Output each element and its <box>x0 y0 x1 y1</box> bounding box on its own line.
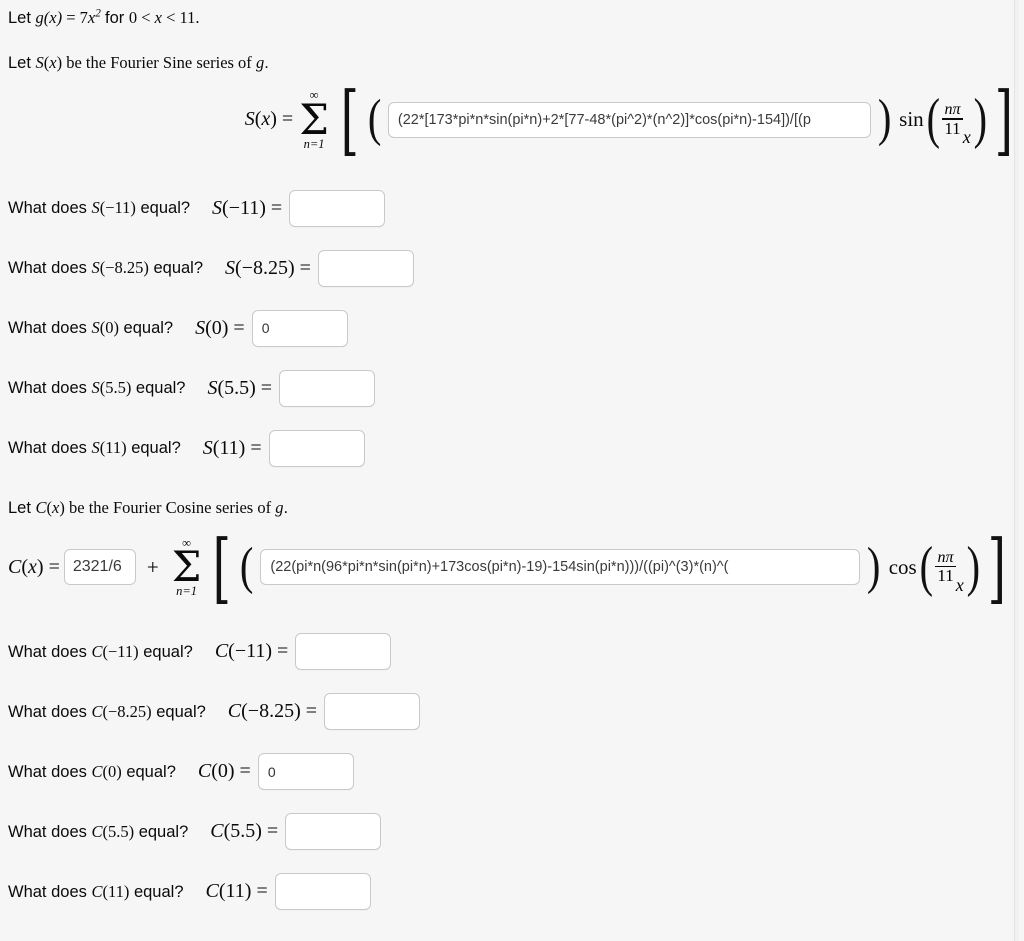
intro-expression: (x) = 7x2 <box>43 7 101 27</box>
intro-tail: for <box>104 9 129 27</box>
sine-question-row-3: What does S(5.5) equal? S(5.5) = <box>0 358 1019 418</box>
cosine-question-row-1: What does C(−8.25) equal? C(−8.25) = <box>0 682 1019 742</box>
cosine-question-text-3: What does C(5.5) equal? <box>8 821 189 841</box>
sine-left-paren: ( <box>367 90 382 148</box>
sine-question-row-1: What does S(−8.25) equal? S(−8.25) = <box>0 238 1019 298</box>
cosine-arg-close-paren: ) <box>966 535 980 598</box>
sine-formula-lhs: S(x) = <box>244 108 294 131</box>
cosine-question-text-0: What does C(−11) equal? <box>8 641 193 661</box>
sine-question-row-4: What does S(11) equal? S(11) = <box>0 418 1019 478</box>
sine-summation-symbol: ∞ Σ n=1 <box>299 89 329 150</box>
intro-domain: 0 < x < 11. <box>128 8 200 27</box>
problem-statement: Let g(x) = 7x2 for 0 < x < 11. <box>0 0 1019 27</box>
function-g-symbol: g <box>35 8 44 27</box>
cosine-answer-label-3: C(5.5) = <box>210 820 279 843</box>
sine-intro-post: (x) be the Fourier Sine series of <box>43 52 256 72</box>
cosine-summation-symbol: ∞ Σ n=1 <box>172 537 202 598</box>
sine-question-list: What does S(−11) equal? S(−11) = What do… <box>0 178 1019 478</box>
cosine-trig-label: cos <box>888 554 917 579</box>
sine-answer-input-1[interactable] <box>317 249 414 287</box>
sine-trig-label: sin <box>899 107 924 132</box>
cosine-answer-input-4[interactable] <box>274 873 371 911</box>
sine-series-formula: S(x) = ∞ Σ n=1 [ ( ) sin ( nπ 11 x ) ] <box>0 75 1019 164</box>
sine-answer-input-2[interactable] <box>251 309 348 347</box>
cosine-formula-lhs: C(x) = <box>8 555 60 578</box>
cosine-question-row-3: What does C(5.5) equal? C(5.5) = <box>0 802 1019 862</box>
sine-answer-label-1: S(−8.25) = <box>225 256 311 279</box>
sine-question-text-1: What does S(−8.25) equal? <box>8 258 204 278</box>
cosine-left-paren: ( <box>239 538 254 596</box>
sine-arg-variable: x <box>962 127 971 148</box>
sine-question-text-3: What does S(5.5) equal? <box>8 378 186 398</box>
sigma-icon: Σ <box>299 94 329 144</box>
worksheet-page: Let g(x) = 7x2 for 0 < x < 11. (x) = 7x … <box>0 0 1019 941</box>
cosine-coefficient-input[interactable] <box>260 549 861 586</box>
sine-argument-fraction: nπ 11 <box>942 101 963 138</box>
sine-answer-label-4: S(11) = <box>202 436 262 459</box>
sine-right-bracket: ] <box>994 75 1014 164</box>
sine-intro-g: g <box>255 52 265 72</box>
intro-prefix: Let <box>8 9 36 27</box>
cosine-answer-label-4: C(11) = <box>205 880 268 903</box>
cosine-question-row-0: What does C(−11) equal? C(−11) = <box>0 622 1019 682</box>
function-s-symbol: S <box>35 52 44 72</box>
sine-answer-label-3: S(5.5) = <box>207 376 273 399</box>
sine-arg-open-paren: ( <box>926 88 940 151</box>
cosine-answer-label-1: C(−8.25) = <box>227 700 318 723</box>
sine-coefficient-input[interactable] <box>387 101 871 138</box>
sine-question-text-0: What does S(−11) equal? <box>8 198 191 218</box>
function-c-symbol: C <box>35 498 47 518</box>
cosine-answer-input-2[interactable] <box>257 753 354 791</box>
cosine-answer-input-3[interactable] <box>285 813 382 851</box>
cosine-intro-prefix: Let <box>8 499 36 518</box>
sine-series-intro: Let S(x) be the Fourier Sine series of g… <box>0 27 1019 72</box>
cosine-left-bracket: [ <box>213 522 232 612</box>
cosine-arg-open-paren: ( <box>919 535 933 598</box>
sine-right-paren: ) <box>877 90 892 148</box>
cosine-right-bracket: ] <box>988 522 1007 612</box>
cosine-answer-label-2: C(0) = <box>197 760 251 783</box>
sine-frac-denominator: 11 <box>944 118 961 138</box>
cosine-sum-lower-limit: n=1 <box>176 584 198 599</box>
sine-intro-period: . <box>264 53 269 72</box>
sine-question-text-4: What does S(11) equal? <box>8 438 181 458</box>
sine-intro-prefix: Let <box>8 53 36 72</box>
sigma-icon: Σ <box>171 542 202 592</box>
sine-arg-close-paren: ) <box>973 88 987 151</box>
page-right-edge-rail <box>1014 0 1019 941</box>
cosine-arg-variable: x <box>955 574 964 595</box>
sine-answer-input-4[interactable] <box>268 429 365 467</box>
cosine-answer-input-1[interactable] <box>324 693 421 731</box>
cosine-series-formula: C(x) = + ∞ Σ n=1 [ ( ) cos ( nπ 11 x ) ] <box>0 522 1019 612</box>
sine-answer-label-2: S(0) = <box>195 316 245 339</box>
cosine-answer-label-0: C(−11) = <box>214 640 289 663</box>
problem-statement-text: Let g(x) = 7x2 for 0 < x < 11. <box>8 7 200 27</box>
sine-left-bracket: [ <box>340 75 359 164</box>
cosine-intro-post: (x) be the Fourier Cosine series of <box>46 498 276 518</box>
cosine-question-row-4: What does C(11) equal? C(11) = <box>0 862 1019 922</box>
sine-question-row-0: What does S(−11) equal? S(−11) = <box>0 178 1019 238</box>
cosine-plus-sign: + <box>146 554 159 579</box>
cosine-frac-numerator: nπ <box>937 548 954 566</box>
sine-answer-label-0: S(−11) = <box>212 196 283 219</box>
sine-answer-input-3[interactable] <box>279 369 376 407</box>
sine-question-row-2: What does S(0) equal? S(0) = <box>0 298 1019 358</box>
cosine-intro-period: . <box>283 499 289 518</box>
cosine-question-text-2: What does C(0) equal? <box>8 761 176 781</box>
cosine-question-list: What does C(−11) equal? C(−11) = What do… <box>0 622 1019 922</box>
cosine-question-text-1: What does C(−8.25) equal? <box>8 701 206 721</box>
cosine-question-text-4: What does C(11) equal? <box>8 881 184 901</box>
cosine-argument-fraction: nπ 11 <box>935 548 956 586</box>
sine-answer-input-0[interactable] <box>289 189 386 227</box>
cosine-right-paren: ) <box>867 538 881 596</box>
cosine-constant-input[interactable] <box>63 549 136 586</box>
cosine-answer-input-0[interactable] <box>295 633 392 671</box>
sine-question-text-2: What does S(0) equal? <box>8 318 174 338</box>
sine-sum-lower-limit: n=1 <box>303 136 325 151</box>
sine-frac-numerator: nπ <box>944 101 961 119</box>
cosine-question-row-2: What does C(0) equal? C(0) = <box>0 742 1019 802</box>
cosine-frac-denominator: 11 <box>937 566 954 586</box>
cosine-series-intro: Let C(x) be the Fourier Cosine series of… <box>0 478 1019 517</box>
